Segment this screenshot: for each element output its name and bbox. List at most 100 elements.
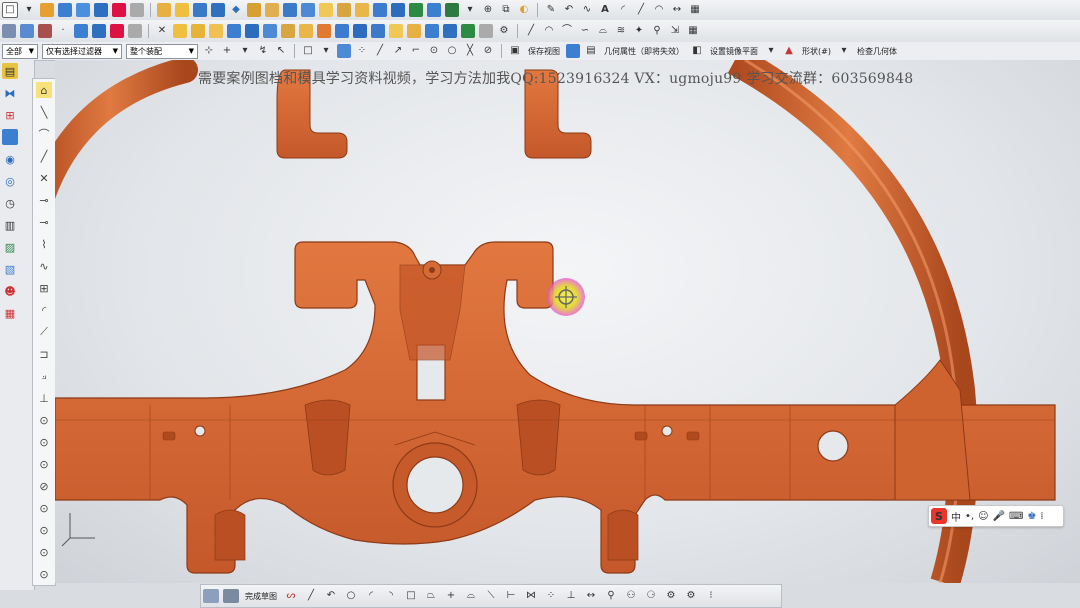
more-icon[interactable]: ⁝ (703, 589, 719, 603)
intersection-icon[interactable]: ╳ (463, 44, 477, 58)
geometry-props-button[interactable]: 几何属性（即将失效） (604, 46, 684, 57)
end-point-icon[interactable]: ╱ (373, 44, 387, 58)
hole-icon[interactable] (335, 24, 349, 38)
moon-icon[interactable]: ◐ (517, 3, 531, 17)
trim-icon[interactable] (283, 3, 297, 17)
shape-icon[interactable]: ▲ (782, 44, 796, 58)
punctuation-icon[interactable]: •, (965, 511, 974, 522)
arc-icon[interactable]: ◠ (542, 24, 556, 38)
graphics-viewport[interactable] (55, 60, 1080, 583)
microphone-icon[interactable]: 🎤 (993, 511, 1005, 522)
unite-icon[interactable] (245, 24, 259, 38)
measure-icon[interactable]: ▦ (686, 24, 700, 38)
inferred-icon[interactable]: ⚙ (663, 589, 679, 603)
dimension-icon[interactable]: ↔ (670, 3, 684, 17)
dot-point-icon[interactable]: ○ (445, 44, 459, 58)
curve-icon[interactable]: ↶ (562, 3, 576, 17)
spline-icon[interactable]: ∿ (580, 3, 594, 17)
process-studio-icon[interactable]: ▧ (2, 261, 18, 277)
finish-sketch-icon[interactable] (223, 589, 239, 603)
finish-sketch-button[interactable]: 完成草图 (245, 591, 277, 602)
clock-icon[interactable]: ◷ (2, 195, 18, 211)
face-icon[interactable] (391, 3, 405, 17)
emboss-icon[interactable] (425, 24, 439, 38)
bridge-icon[interactable]: ⌓ (596, 24, 610, 38)
shell-icon[interactable] (373, 3, 387, 17)
extend-icon[interactable] (409, 3, 423, 17)
system-materials-icon[interactable]: ▥ (2, 217, 18, 233)
emoji-icon[interactable]: ☺ (978, 511, 988, 522)
line-icon[interactable]: ╱ (524, 24, 538, 38)
assembly-icon[interactable] (2, 24, 16, 38)
constraint-icon[interactable]: ⊥ (36, 390, 52, 406)
point-icon[interactable]: ✦ (632, 24, 646, 38)
fillet-icon[interactable]: ◜ (616, 3, 630, 17)
trim-icon[interactable]: ⟋ (36, 324, 52, 340)
link-icon[interactable]: ⊕ (481, 3, 495, 17)
thread-icon[interactable] (353, 24, 367, 38)
palette-icon[interactable]: ▨ (2, 239, 18, 255)
point-icon[interactable]: ⊞ (36, 280, 52, 296)
arc-icon[interactable]: ⌒ (36, 126, 52, 142)
box-blue-icon[interactable] (337, 44, 351, 58)
ruler-icon[interactable]: ▦ (688, 3, 702, 17)
dimension-circle-icon[interactable]: ⊙ (36, 412, 52, 428)
center-point-icon[interactable]: ⊙ (427, 44, 441, 58)
box-icon[interactable] (76, 3, 90, 17)
cone-icon[interactable] (211, 3, 225, 17)
dropdown-icon[interactable]: ▾ (22, 3, 36, 17)
constraint-navigator-icon[interactable]: ⧓ (2, 85, 18, 101)
copy-icon[interactable]: ⧉ (499, 3, 513, 17)
cube-icon[interactable] (58, 3, 72, 17)
split-icon[interactable] (427, 3, 441, 17)
arc-icon[interactable]: ↶ (323, 589, 339, 603)
constraint-icon[interactable]: ⊥ (563, 589, 579, 603)
mirror-plane-button[interactable]: 设置镜像平面 (710, 46, 758, 57)
patch-icon[interactable] (355, 3, 369, 17)
cylinder-icon[interactable] (157, 3, 171, 17)
grid-icon[interactable]: ⁘ (355, 44, 369, 58)
sogou-logo-icon[interactable]: S (931, 508, 947, 524)
geometry-props-icon[interactable]: ▤ (584, 44, 598, 58)
point-icon[interactable]: + (443, 589, 459, 603)
box-yellow-icon[interactable] (175, 3, 189, 17)
pattern-icon[interactable]: ⁘ (543, 589, 559, 603)
extend-icon[interactable]: ⊢ (503, 589, 519, 603)
line-icon[interactable]: ╲ (36, 104, 52, 120)
profile-icon[interactable]: ᔕ (283, 589, 299, 603)
corner-icon[interactable]: ⟓ (36, 368, 52, 384)
dimension-circle-icon[interactable]: ⊙ (36, 434, 52, 450)
line-icon[interactable]: ╱ (303, 589, 319, 603)
box-yellow-icon[interactable] (209, 24, 223, 38)
layout-icon[interactable] (443, 24, 457, 38)
draft-icon[interactable] (299, 24, 313, 38)
offset-icon[interactable] (337, 3, 351, 17)
skin-icon[interactable]: ♚ (1027, 511, 1036, 522)
dot-icon[interactable]: · (56, 24, 70, 38)
pattern-icon[interactable] (38, 24, 52, 38)
offset-icon[interactable]: ⌓ (463, 589, 479, 603)
extrude-icon[interactable] (110, 24, 124, 38)
dropdown-icon[interactable]: ▾ (238, 44, 252, 58)
circle-icon[interactable]: ○ (343, 589, 359, 603)
chamfer-icon[interactable]: ◝ (383, 589, 399, 603)
cube-blue-icon[interactable] (92, 24, 106, 38)
reuse-library-icon[interactable] (2, 129, 18, 145)
tool-icon[interactable] (112, 3, 126, 17)
dropdown-icon[interactable]: ▾ (463, 3, 477, 17)
loft-icon[interactable] (319, 3, 333, 17)
filter-combo[interactable]: 全部 ▼ (2, 43, 38, 59)
plus-icon[interactable]: + (220, 44, 234, 58)
rectangle-icon[interactable]: □ (403, 589, 419, 603)
project-icon[interactable]: ⇲ (668, 24, 682, 38)
dimension-icon[interactable]: ↔ (583, 589, 599, 603)
arrow-icon[interactable]: ↖ (274, 44, 288, 58)
box-yellow-icon[interactable] (191, 24, 205, 38)
part-icon[interactable] (461, 24, 475, 38)
auto-constrain-icon[interactable]: ⚲ (603, 589, 619, 603)
shape-menu-button[interactable]: 形状(#) (802, 46, 831, 57)
assembly-scope-combo[interactable]: 整个装配 ▼ (126, 43, 198, 59)
mirror-plane-icon[interactable]: ◧ (690, 44, 704, 58)
tangent-icon[interactable]: ⌐ (409, 44, 423, 58)
rectangle-icon[interactable]: ⊸ (36, 214, 52, 230)
